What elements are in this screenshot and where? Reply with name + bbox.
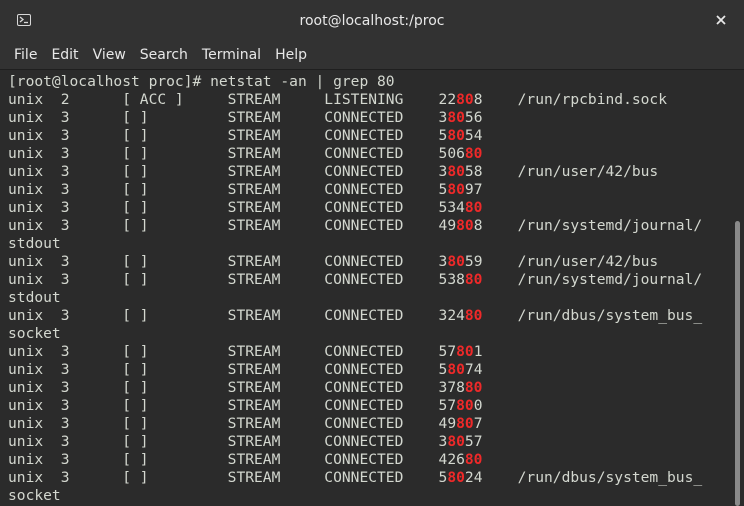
- inode-value: 58074: [438, 361, 483, 378]
- inode-value: 58024: [438, 469, 483, 486]
- terminal-output[interactable]: [root@localhost proc]# netstat -an | gre…: [0, 71, 732, 506]
- match-highlight: 80: [447, 127, 465, 144]
- socket-path: /run/systemd/journal/: [517, 271, 703, 288]
- socket-row: unix 3 [ ] STREAM CONNECTED 42680: [8, 451, 483, 468]
- inode-value: 38056: [438, 109, 483, 126]
- inode-value: 37880: [438, 379, 483, 396]
- socket-row: unix 3 [ ] STREAM CONNECTED 32480 /run/d…: [8, 307, 703, 342]
- window-title: root@localhost:/proc: [299, 13, 445, 29]
- socket-row: unix 3 [ ] STREAM CONNECTED 38058 /run/u…: [8, 163, 659, 180]
- inode-value: 57800: [438, 397, 483, 414]
- match-highlight: 80: [464, 379, 483, 396]
- inode-value: 42680: [438, 451, 483, 468]
- inode-value: 38059: [438, 253, 483, 270]
- terminal-window: root@localhost:/proc File Edit View Sear…: [0, 0, 744, 506]
- inode-value: 58097: [438, 181, 483, 198]
- socket-path-wrap: stdout: [8, 235, 61, 252]
- socket-row: unix 3 [ ] STREAM CONNECTED 58097: [8, 181, 483, 198]
- socket-row: unix 3 [ ] STREAM CONNECTED 53880 /run/s…: [8, 271, 703, 306]
- socket-row: unix 3 [ ] STREAM CONNECTED 38056: [8, 109, 483, 126]
- inode-value: 22808: [438, 91, 483, 108]
- menu-file[interactable]: File: [7, 42, 44, 70]
- prompt-line: [root@localhost proc]# netstat -an | gre…: [8, 73, 395, 90]
- scrollbar[interactable]: [732, 71, 744, 506]
- socket-row: unix 3 [ ] STREAM CONNECTED 38057: [8, 433, 483, 450]
- socket-row: unix 2 [ ACC ] STREAM LISTENING 22808 /r…: [8, 91, 668, 108]
- match-highlight: 80: [464, 199, 483, 216]
- socket-row: unix 3 [ ] STREAM CONNECTED 58054: [8, 127, 483, 144]
- match-highlight: 80: [447, 469, 465, 486]
- socket-row: unix 3 [ ] STREAM CONNECTED 58074: [8, 361, 483, 378]
- socket-row: unix 3 [ ] STREAM CONNECTED 49808 /run/s…: [8, 217, 703, 252]
- socket-path: /run/dbus/system_bus_: [517, 307, 703, 324]
- match-highlight: 80: [447, 433, 465, 450]
- inode-value: 38057: [438, 433, 483, 450]
- match-highlight: 80: [456, 343, 474, 360]
- inode-value: 53880: [438, 271, 483, 288]
- scrollbar-thumb[interactable]: [735, 221, 740, 506]
- socket-row: unix 3 [ ] STREAM CONNECTED 50680: [8, 145, 483, 162]
- inode-value: 49808: [438, 217, 483, 234]
- match-highlight: 80: [464, 451, 483, 468]
- match-highlight: 80: [447, 163, 465, 180]
- socket-path: /run/user/42/bus: [517, 253, 659, 270]
- socket-row: unix 3 [ ] STREAM CONNECTED 53480: [8, 199, 483, 216]
- menu-help[interactable]: Help: [268, 42, 314, 70]
- inode-value: 53480: [438, 199, 483, 216]
- match-highlight: 80: [464, 145, 483, 162]
- menu-search[interactable]: Search: [133, 42, 195, 70]
- socket-path-wrap: socket: [8, 325, 61, 342]
- inode-value: 32480: [438, 307, 483, 324]
- close-icon: [716, 15, 726, 25]
- terminal-icon: [17, 14, 31, 26]
- match-highlight: 80: [447, 361, 465, 378]
- socket-path-wrap: socket: [8, 487, 61, 504]
- menu-edit[interactable]: Edit: [44, 42, 85, 70]
- socket-row: unix 3 [ ] STREAM CONNECTED 58024 /run/d…: [8, 469, 703, 504]
- match-highlight: 80: [464, 307, 483, 324]
- menu-view[interactable]: View: [86, 42, 133, 70]
- close-button[interactable]: [712, 11, 730, 29]
- socket-path: /run/systemd/journal/: [517, 217, 703, 234]
- menu-terminal[interactable]: Terminal: [195, 42, 268, 70]
- match-highlight: 80: [447, 253, 465, 270]
- socket-path: /run/dbus/system_bus_: [517, 469, 703, 486]
- socket-row: unix 3 [ ] STREAM CONNECTED 37880: [8, 379, 483, 396]
- match-highlight: 80: [464, 271, 483, 288]
- socket-path-wrap: stdout: [8, 289, 61, 306]
- socket-path: /run/rpcbind.sock: [517, 91, 668, 108]
- socket-row: unix 3 [ ] STREAM CONNECTED 38059 /run/u…: [8, 253, 659, 270]
- inode-value: 58054: [438, 127, 483, 144]
- terminal-text: [root@localhost proc]# netstat -an | gre…: [0, 71, 732, 505]
- match-highlight: 80: [456, 415, 474, 432]
- socket-row: unix 3 [ ] STREAM CONNECTED 57800: [8, 397, 483, 414]
- match-highlight: 80: [447, 109, 465, 126]
- title-bar[interactable]: root@localhost:/proc: [0, 0, 744, 43]
- inode-value: 50680: [438, 145, 483, 162]
- match-highlight: 80: [456, 217, 474, 234]
- socket-row: unix 3 [ ] STREAM CONNECTED 57801: [8, 343, 483, 360]
- match-highlight: 80: [456, 397, 474, 414]
- socket-row: unix 3 [ ] STREAM CONNECTED 49807: [8, 415, 483, 432]
- menu-bar: File Edit View Search Terminal Help: [0, 42, 744, 70]
- match-highlight: 80: [447, 181, 465, 198]
- match-highlight: 80: [456, 91, 474, 108]
- inode-value: 38058: [438, 163, 483, 180]
- inode-value: 57801: [438, 343, 483, 360]
- socket-path: /run/user/42/bus: [517, 163, 659, 180]
- inode-value: 49807: [438, 415, 483, 432]
